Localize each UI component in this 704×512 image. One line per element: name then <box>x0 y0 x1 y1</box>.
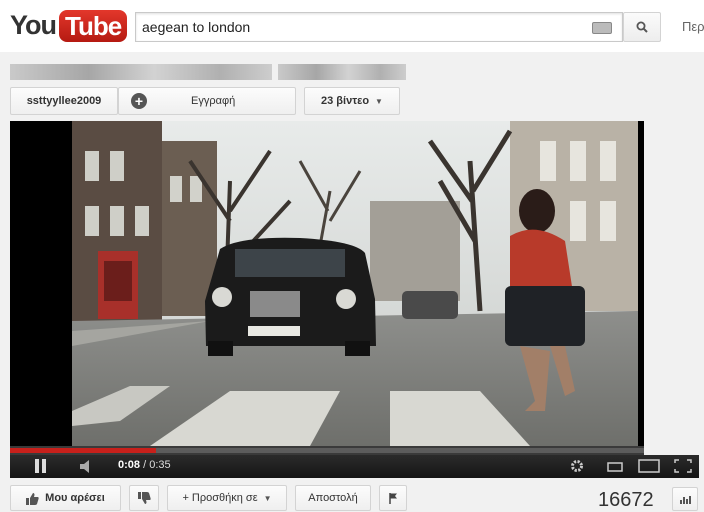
like-label: Μου αρέσει <box>45 492 105 504</box>
title-blur-segment <box>278 64 406 80</box>
youtube-logo[interactable]: You Tube <box>10 9 128 42</box>
like-button[interactable]: Μου αρέσει <box>10 485 121 511</box>
stats-button[interactable] <box>672 487 698 511</box>
view-count: 16672 <box>598 489 654 511</box>
flag-icon <box>388 492 397 504</box>
channel-name-button[interactable]: ssttyyllee2009 <box>10 87 118 115</box>
thumbs-down-icon <box>137 491 151 504</box>
small-player-icon[interactable] <box>606 459 624 473</box>
subscribe-button[interactable]: + Εγγραφή <box>118 87 296 115</box>
duration: / 0:35 <box>143 459 171 471</box>
channel-row: ssttyyllee2009 + Εγγραφή 23 βίντεο ▼ <box>10 87 400 115</box>
keyboard-icon[interactable] <box>592 22 612 34</box>
add-to-button[interactable]: + Προσθήκη σε ▼ <box>167 485 287 511</box>
video-frame <box>10 121 644 446</box>
subscribe-label: Εγγραφή <box>191 95 236 107</box>
flag-button[interactable] <box>379 485 407 511</box>
progress-played <box>10 448 156 453</box>
header-link[interactable]: Περ <box>682 19 704 34</box>
player-controls: 0:08 / 0:35 <box>10 455 699 478</box>
gear-icon[interactable] <box>570 459 584 473</box>
channel-videos-dropdown[interactable]: 23 βίντεο ▼ <box>304 87 400 115</box>
thumbs-up-icon <box>26 492 39 505</box>
fullscreen-icon[interactable] <box>674 459 692 473</box>
video-actions: Μου αρέσει + Προσθήκη σε ▼ Αποστολή <box>10 485 415 511</box>
street-scene <box>72 121 638 446</box>
search-button[interactable] <box>623 12 661 42</box>
chevron-down-icon: ▼ <box>375 96 383 106</box>
logo-tube-text: Tube <box>59 9 128 42</box>
current-time: 0:08 <box>118 459 141 471</box>
time-display: 0:08 / 0:35 <box>118 459 171 471</box>
title-blur-segment <box>10 64 272 80</box>
videos-label: 23 βίντεο <box>321 95 370 107</box>
video-player[interactable] <box>10 121 644 446</box>
logo-you-text: You <box>10 10 57 40</box>
bar-chart-icon <box>680 496 691 504</box>
search-icon <box>636 21 648 33</box>
chevron-down-icon: ▼ <box>263 493 272 503</box>
dislike-button[interactable] <box>129 485 159 511</box>
add-to-label: + Προσθήκη σε <box>182 492 258 504</box>
video-title-blurred <box>10 64 410 80</box>
share-button[interactable]: Αποστολή <box>295 485 371 511</box>
progress-bar[interactable] <box>10 446 644 455</box>
large-player-icon[interactable] <box>638 459 660 473</box>
search-input[interactable] <box>142 17 572 37</box>
plus-circle-icon: + <box>131 93 147 109</box>
masthead: You Tube Περ <box>0 0 704 52</box>
volume-icon[interactable] <box>80 460 94 473</box>
search-box <box>135 12 623 42</box>
pause-icon[interactable] <box>35 459 47 473</box>
share-label: Αποστολή <box>308 492 358 504</box>
